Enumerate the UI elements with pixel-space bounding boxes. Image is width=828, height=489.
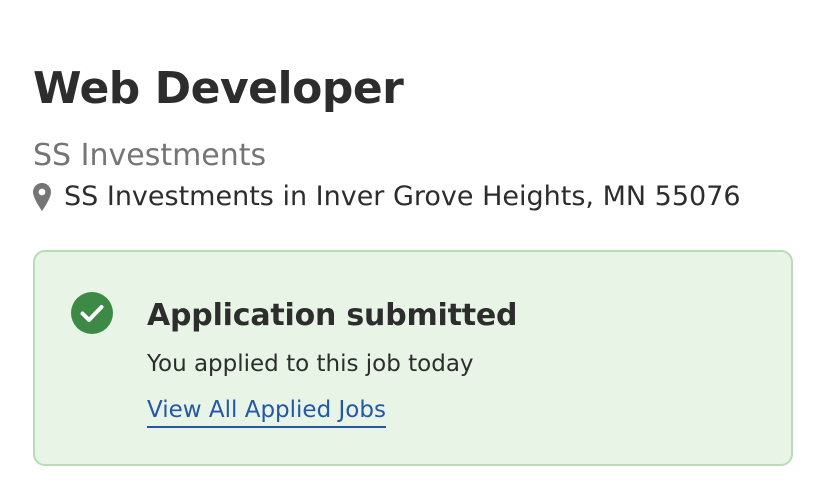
map-pin-icon [33,183,51,211]
application-status-card: Application submitted You applied to thi… [33,250,793,466]
status-description: You applied to this job today [147,351,474,377]
job-location-text: SS Investments in Inver Grove Heights, M… [64,181,741,212]
job-title: Web Developer [33,63,404,114]
check-circle-icon [71,292,113,334]
status-title: Application submitted [147,298,518,333]
job-location: SS Investments in Inver Grove Heights, M… [33,178,741,216]
view-applied-jobs-link[interactable]: View All Applied Jobs [147,394,386,428]
company-name: SS Investments [33,138,267,173]
